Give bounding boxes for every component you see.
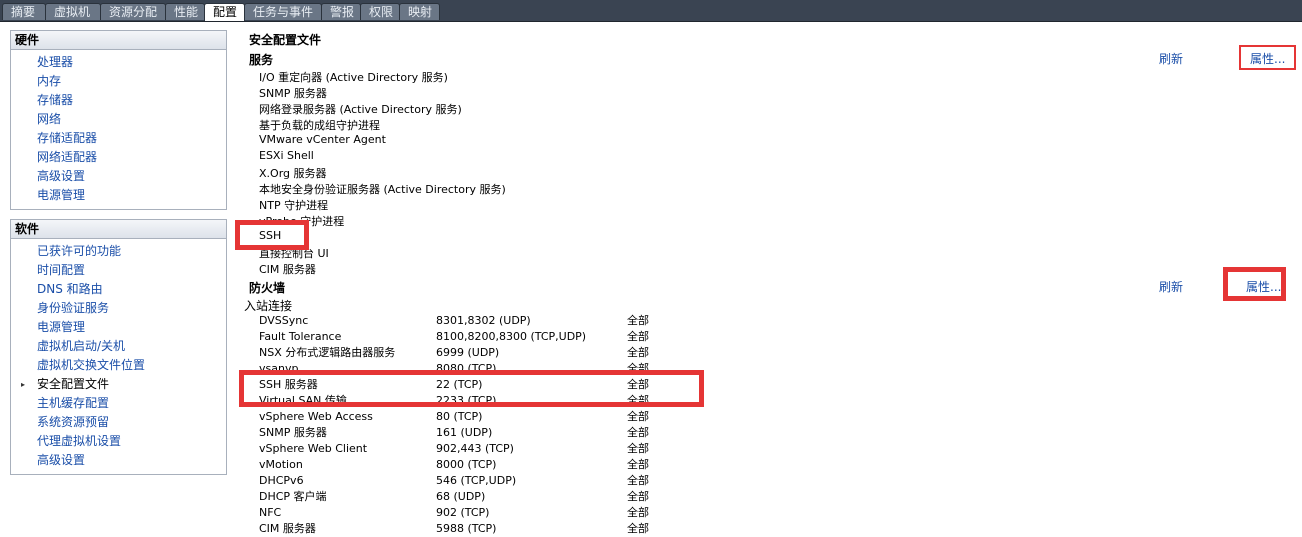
service-item: 本地安全身份验证服务器 (Active Directory 服务) (259, 183, 506, 196)
page-title: 安全配置文件 (249, 33, 322, 47)
firewall-properties-highlight (1223, 267, 1286, 301)
tab-maps[interactable]: 映射 (399, 3, 440, 20)
nav-advanced-settings-sw[interactable]: 高级设置 (11, 451, 226, 470)
service-item: 基于负载的成组守护进程 (259, 119, 380, 132)
nav-processors[interactable]: 处理器 (11, 53, 226, 72)
ssh-firewall-highlight (239, 370, 704, 407)
incoming-connections-label: 入站连接 (244, 299, 293, 313)
tab-configuration[interactable]: 配置 (204, 3, 245, 21)
left-nav: 硬件 处理器 内存 存储器 网络 存储适配器 网络适配器 高级设置 电源管理 软… (0, 22, 237, 529)
nav-dns-routing[interactable]: DNS 和路由 (11, 280, 226, 299)
nav-storage-adapters[interactable]: 存储适配器 (11, 129, 226, 148)
tab-alarms[interactable]: 警报 (321, 3, 361, 20)
nav-vm-swapfile-location[interactable]: 虚拟机交换文件位置 (11, 356, 226, 375)
hardware-title: 硬件 (11, 31, 226, 50)
tab-performance[interactable]: 性能 (165, 3, 205, 20)
service-item: X.Org 服务器 (259, 167, 327, 180)
nav-power-management-sw[interactable]: 电源管理 (11, 318, 226, 337)
service-item: ESXi Shell (259, 149, 314, 162)
tab-permissions[interactable]: 权限 (360, 3, 400, 20)
nav-power-management-hw[interactable]: 电源管理 (11, 186, 226, 205)
hardware-box: 硬件 处理器 内存 存储器 网络 存储适配器 网络适配器 高级设置 电源管理 (10, 30, 227, 210)
nav-time-configuration[interactable]: 时间配置 (11, 261, 226, 280)
tab-tasks-events[interactable]: 任务与事件 (244, 3, 322, 20)
tab-summary[interactable]: 摘要 (2, 3, 46, 20)
services-title: 服务 (249, 53, 274, 67)
nav-licensed-features[interactable]: 已获许可的功能 (11, 242, 226, 261)
service-item: VMware vCenter Agent (259, 133, 386, 146)
nav-networking[interactable]: 网络 (11, 110, 226, 129)
selected-bullet-icon: ▸ (21, 380, 26, 389)
security-profile-panel: 安全配置文件 服务 刷新 属性... I/O 重定向器 (Active Dire… (235, 22, 1302, 535)
nav-host-cache-configuration[interactable]: 主机缓存配置 (11, 394, 226, 413)
nav-security-profile[interactable]: ▸ 安全配置文件 (11, 375, 226, 394)
firewall-refresh-link[interactable]: 刷新 (1159, 278, 1183, 295)
services-refresh-link[interactable]: 刷新 (1159, 50, 1183, 67)
nav-network-adapters[interactable]: 网络适配器 (11, 148, 226, 167)
nav-advanced-settings-hw[interactable]: 高级设置 (11, 167, 226, 186)
software-title: 软件 (11, 220, 226, 239)
nav-storage[interactable]: 存储器 (11, 91, 226, 110)
tab-bar: 摘要 虚拟机 资源分配 性能 配置 任务与事件 警报 权限 映射 (0, 0, 1302, 22)
tab-resource-allocation[interactable]: 资源分配 (100, 3, 166, 20)
ssh-service-highlight (235, 220, 309, 250)
service-item: NTP 守护进程 (259, 199, 329, 212)
firewall-title: 防火墙 (249, 281, 286, 295)
nav-authentication-services[interactable]: 身份验证服务 (11, 299, 226, 318)
services-properties-highlight (1239, 45, 1296, 70)
tab-vms[interactable]: 虚拟机 (45, 3, 101, 20)
service-item: SNMP 服务器 (259, 87, 327, 100)
nav-security-profile-label: 安全配置文件 (37, 377, 110, 391)
nav-system-resource-allocation[interactable]: 系统资源预留 (11, 413, 226, 432)
nav-agent-vm-settings[interactable]: 代理虚拟机设置 (11, 432, 226, 451)
service-item: I/O 重定向器 (Active Directory 服务) (259, 71, 448, 84)
software-box: 软件 已获许可的功能 时间配置 DNS 和路由 身份验证服务 电源管理 虚拟机启… (10, 219, 227, 475)
nav-vm-startup-shutdown[interactable]: 虚拟机启动/关机 (11, 337, 226, 356)
service-item: 网络登录服务器 (Active Directory 服务) (259, 103, 462, 116)
nav-memory[interactable]: 内存 (11, 72, 226, 91)
service-item: CIM 服务器 (259, 263, 316, 276)
